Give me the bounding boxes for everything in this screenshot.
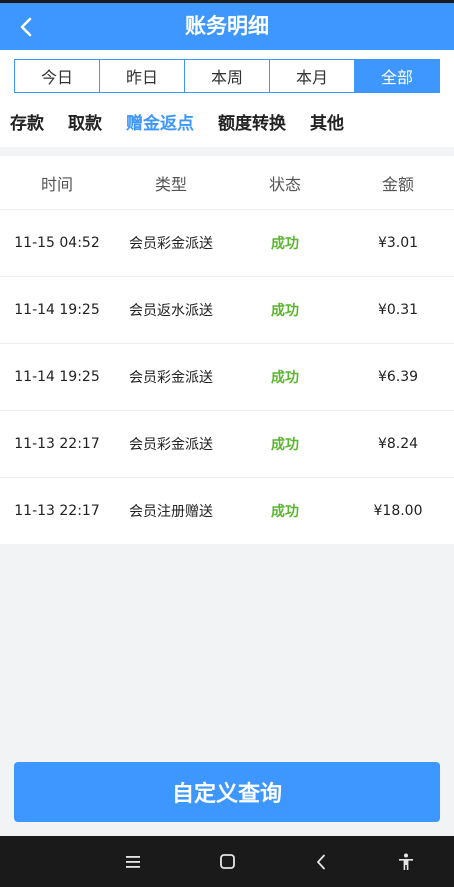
row-type: 会员注册赠送 [129,504,213,520]
menu-button[interactable] [111,836,155,887]
column-header-status: 状态 [268,174,301,194]
accessibility-button[interactable] [384,836,428,887]
tab-other[interactable]: 其他 [310,109,344,134]
home-button[interactable] [205,836,249,887]
column-header-time: 时间 [40,174,73,194]
tab-credit-transfer[interactable]: 额度转换 [218,109,286,134]
tab-deposit[interactable]: 存款 [10,109,44,134]
table-row: 11-13 22:17 会员彩金派送 成功 ¥8.24 [0,411,454,478]
row-status: 成功 [271,303,299,319]
divider [0,147,454,156]
system-navbar [0,836,454,887]
row-type: 会员彩金派送 [129,236,213,252]
table-row: 11-15 04:52 会员彩金派送 成功 ¥3.01 [0,210,454,277]
custom-query-button[interactable]: 自定义查询 [14,762,440,822]
row-time: 11-14 19:25 [14,369,100,385]
table-row: 11-13 22:17 会员注册赠送 成功 ¥18.00 [0,478,454,544]
row-amount: ¥6.39 [377,369,419,385]
home-icon [219,854,235,869]
table-row: 11-14 19:25 会员返水派送 成功 ¥0.31 [0,277,454,344]
period-filter-container: 今日 昨日 本周 本月 全部 [0,50,454,95]
screen: 账务明细 今日 昨日 本周 本月 全部 存款 取款 赠金返点 额度转换 其他 时… [0,0,454,887]
back-icon [317,854,325,869]
row-amount: ¥0.31 [377,302,419,318]
row-type: 会员返水派送 [129,303,213,319]
row-amount: ¥18.00 [373,503,423,519]
row-status: 成功 [271,437,299,453]
row-time: 11-14 19:25 [14,302,100,318]
column-header-amount: 金额 [381,174,414,194]
table-row: 11-14 19:25 会员彩金派送 成功 ¥6.39 [0,344,454,411]
row-status: 成功 [271,236,299,252]
row-type: 会员彩金派送 [129,437,213,453]
row-time: 11-13 22:17 [14,436,100,452]
period-filter: 今日 昨日 本周 本月 全部 [14,59,440,93]
row-status: 成功 [271,504,299,520]
header: 账务明细 [0,3,454,50]
period-all[interactable]: 全部 [355,60,439,92]
row-amount: ¥8.24 [377,436,419,452]
period-this-month[interactable]: 本月 [270,60,355,92]
period-today[interactable]: 今日 [15,60,100,92]
tab-withdraw[interactable]: 取款 [68,109,102,134]
period-yesterday[interactable]: 昨日 [100,60,185,92]
column-header-type: 类型 [154,174,187,194]
row-amount: ¥3.01 [377,235,419,251]
row-time: 11-13 22:17 [14,503,100,519]
row-time: 11-15 04:52 [14,235,100,251]
records-table: 时间 类型 状态 金额 11-15 04:52 会员彩金派送 成功 ¥3.01 … [0,156,454,544]
category-tabs: 存款 取款 赠金返点 额度转换 其他 [0,95,454,147]
period-this-week[interactable]: 本周 [185,60,270,92]
tab-bonus-rebate[interactable]: 赠金返点 [126,109,194,134]
table-header: 时间 类型 状态 金额 [0,156,454,210]
row-type: 会员彩金派送 [129,370,213,386]
menu-icon [126,855,140,868]
page-title: 账务明细 [185,14,269,38]
accessibility-icon [399,853,413,870]
system-back-button[interactable] [299,836,343,887]
row-status: 成功 [271,370,299,386]
